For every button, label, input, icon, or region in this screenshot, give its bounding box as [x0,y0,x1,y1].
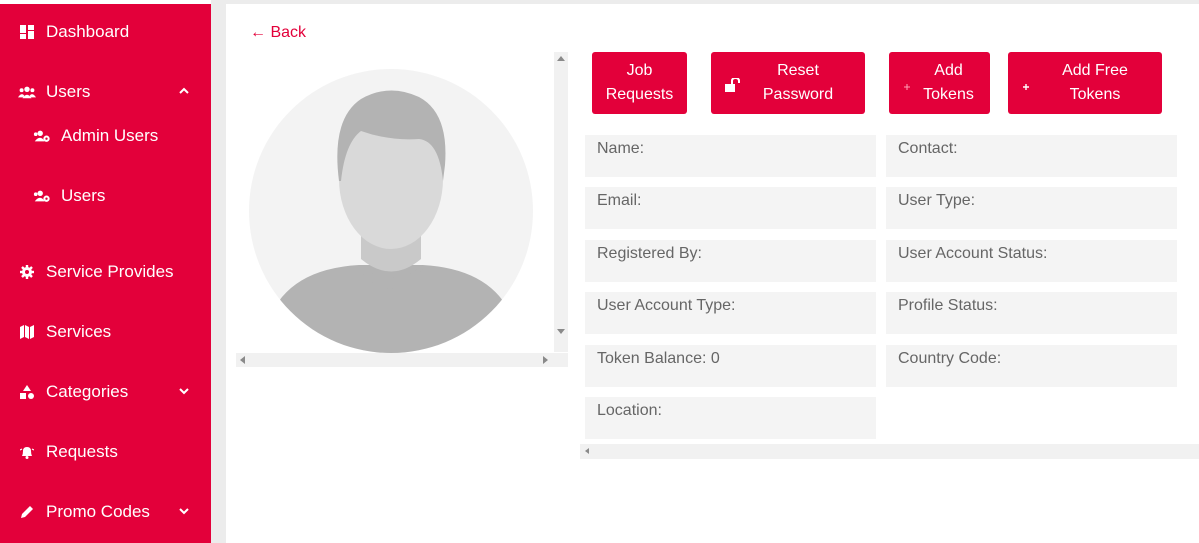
sidebar-item-users[interactable]: Users [0,176,211,216]
sidebar-item-requests[interactable]: Requests [0,432,211,472]
pencil-icon [18,503,36,521]
horizontal-scrollbar[interactable] [236,353,568,367]
field-user-type: User Type: [886,187,1177,229]
field-contact: Contact: [886,135,1177,177]
field-user-account-status: User Account Status: [886,240,1177,282]
sidebar-item-label: Service Provides [46,262,174,281]
shapes-icon [18,383,36,401]
chevron-down-icon [177,504,191,518]
field-name: Name: [585,135,876,177]
button-label: Job Requests [605,62,674,103]
job-requests-button[interactable]: Job Requests [592,52,687,114]
gear-icon [18,263,36,281]
field-location: Location: [585,397,876,439]
sidebar-item-label: Dashboard [46,22,130,41]
plus-icon [903,75,911,99]
sidebar-item-label: Users [61,186,106,205]
sidebar-item-admin-users[interactable]: Admin Users [0,116,211,156]
back-link[interactable]: ← Back [250,24,306,42]
button-label: Add Tokens [923,62,974,103]
sidebar-item-label: Promo Codes [46,502,150,521]
add-tokens-button[interactable]: Add Tokens [889,52,990,114]
chevron-up-icon [177,84,191,98]
sidebar-item-label: Admin Users [61,126,159,145]
user-detail-panel: ← Back Job Requests Reset Password Add T… [226,4,1199,543]
unlock-icon [725,76,741,100]
sidebar-item-label: Users [46,82,91,101]
user-cog-icon [33,187,51,205]
sidebar-item-promo-codes[interactable]: Promo Codes [0,492,211,532]
avatar-scroll-pane[interactable] [236,52,568,367]
map-icon [18,323,36,341]
bell-icon [18,443,36,461]
field-token-balance: Token Balance: 0 [585,345,876,387]
field-profile-status: Profile Status: [886,292,1177,334]
user-cog-icon [33,127,51,145]
field-registered-by: Registered By: [585,240,876,282]
reset-password-button[interactable]: Reset Password [711,52,865,114]
scroll-up-arrow-icon[interactable] [557,56,565,61]
sidebar-item-service-provides[interactable]: Service Provides [0,252,211,292]
button-label: Add Free Tokens [1062,62,1128,103]
sidebar-item-dashboard[interactable]: Dashboard [0,12,211,52]
sidebar-item-categories[interactable]: Categories [0,372,211,412]
field-email: Email: [585,187,876,229]
chevron-down-icon [177,384,191,398]
sidebar: Dashboard Users Admin Users Users Servic… [0,0,211,543]
info-horizontal-scrollbar[interactable] [580,444,1199,459]
avatar [249,69,533,353]
field-country-code: Country Code: [886,345,1177,387]
dashboard-icon [18,23,36,41]
scroll-left-arrow-icon[interactable] [240,356,245,364]
sidebar-item-label: Services [46,322,112,341]
scroll-down-arrow-icon[interactable] [557,329,565,334]
scroll-right-arrow-icon[interactable] [543,356,548,364]
field-user-account-type: User Account Type: [585,292,876,334]
vertical-scrollbar[interactable] [554,52,568,352]
scroll-left-arrow-icon[interactable] [585,448,589,454]
sidebar-item-label: Requests [46,442,118,461]
plus-icon [1022,75,1030,99]
add-free-tokens-button[interactable]: Add Free Tokens [1008,52,1162,114]
sidebar-item-label: Categories [46,382,129,401]
button-label: Reset Password [762,62,834,103]
sidebar-top-divider [0,0,211,4]
sidebar-item-users-group[interactable]: Users [0,72,211,112]
users-icon [18,83,36,101]
sidebar-item-services[interactable]: Services [0,312,211,352]
